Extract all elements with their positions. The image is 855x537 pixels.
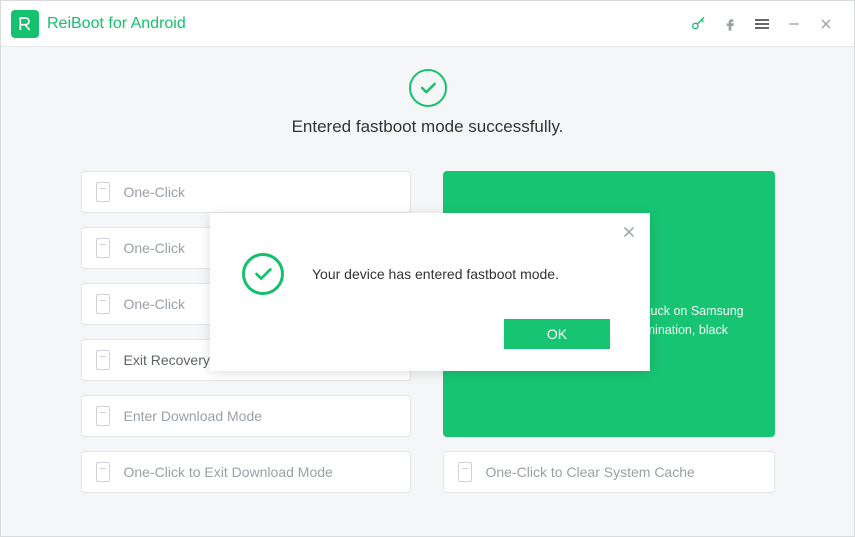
key-icon[interactable] — [684, 10, 712, 38]
status-message: Entered fastboot mode successfully. — [23, 117, 832, 137]
app-window: ReiBoot for Android — [0, 0, 855, 537]
modal-check-icon — [242, 253, 284, 295]
option-label: One-Click to Exit Download Mode — [124, 464, 333, 480]
fastboot-modal: Your device has entered fastboot mode. O… — [210, 213, 650, 371]
phone-icon — [458, 462, 472, 482]
option-label: One-Click — [124, 184, 185, 200]
modal-close-icon[interactable] — [620, 223, 638, 241]
phone-icon — [96, 350, 110, 370]
app-title: ReiBoot for Android — [47, 15, 186, 33]
menu-icon[interactable] — [748, 10, 776, 38]
phone-icon — [96, 462, 110, 482]
modal-message: Your device has entered fastboot mode. — [312, 266, 559, 282]
phone-icon — [96, 182, 110, 202]
option-label: Enter Download Mode — [124, 408, 263, 424]
enter-download-button[interactable]: Enter Download Mode — [81, 395, 411, 437]
option-button-1[interactable]: One-Click — [81, 171, 411, 213]
option-label: One-Click to Clear System Cache — [486, 464, 695, 480]
phone-icon — [96, 238, 110, 258]
clear-cache-button[interactable]: One-Click to Clear System Cache — [443, 451, 775, 493]
titlebar: ReiBoot for Android — [1, 1, 854, 47]
app-logo-icon — [11, 10, 39, 38]
phone-icon — [96, 294, 110, 314]
close-button[interactable] — [812, 10, 840, 38]
exit-download-button[interactable]: One-Click to Exit Download Mode — [81, 451, 411, 493]
option-label: One-Click — [124, 296, 185, 312]
facebook-icon[interactable] — [716, 10, 744, 38]
phone-icon — [96, 406, 110, 426]
content-area: Entered fastboot mode successfully. One-… — [1, 47, 854, 536]
status-block: Entered fastboot mode successfully. — [23, 69, 832, 137]
success-check-icon — [409, 69, 447, 107]
modal-ok-button[interactable]: OK — [504, 319, 610, 349]
minimize-button[interactable] — [780, 10, 808, 38]
option-label: One-Click — [124, 240, 185, 256]
